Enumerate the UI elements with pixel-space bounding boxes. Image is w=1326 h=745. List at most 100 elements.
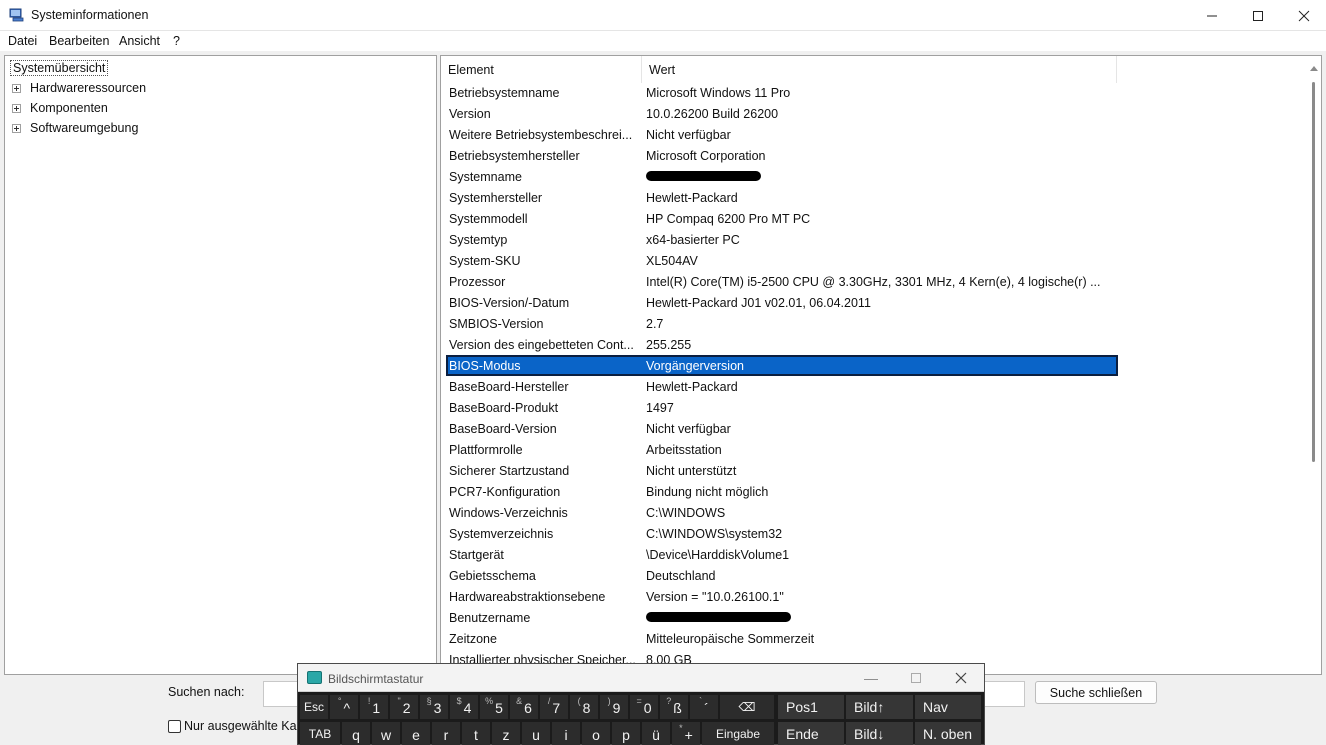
table-row[interactable]: SMBIOS-Version 2.7: [446, 313, 1118, 334]
key[interactable]: % 5: [480, 695, 508, 719]
vertical-scrollbar[interactable]: [1307, 64, 1321, 668]
key[interactable]: i: [552, 722, 580, 745]
menu-datei[interactable]: Datei: [8, 34, 37, 48]
table-row[interactable]: Systemverzeichnis C:\WINDOWS\system32: [446, 523, 1118, 544]
key[interactable]: e: [402, 722, 430, 745]
maximize-button[interactable]: [1235, 0, 1281, 31]
table-row[interactable]: BaseBoard-Produkt 1497: [446, 397, 1118, 418]
key[interactable]: ` ´: [690, 695, 718, 719]
expand-icon[interactable]: [12, 83, 21, 93]
key-backspace[interactable]: ⌫: [720, 695, 774, 719]
key[interactable]: o: [582, 722, 610, 745]
key[interactable]: " 2: [390, 695, 418, 719]
cell-element: Gebietsschema: [449, 568, 536, 583]
key-tab[interactable]: TAB: [300, 722, 340, 745]
details-list: Element Wert Betriebsystemname Microsoft …: [440, 55, 1322, 675]
table-row[interactable]: PCR7-Konfiguration Bindung nicht möglich: [446, 481, 1118, 502]
key[interactable]: ! 1: [360, 695, 388, 719]
key-nav[interactable]: Bild↑: [846, 695, 913, 719]
table-row[interactable]: Hardwareabstraktionsebene Version = "10.0…: [446, 586, 1118, 607]
osk-maximize-button[interactable]: [908, 670, 924, 686]
tree-item-komponenten[interactable]: Komponenten: [12, 99, 108, 117]
key-enter[interactable]: Eingabe: [702, 722, 774, 745]
search-input-visible-end[interactable]: [980, 681, 1025, 707]
key[interactable]: t: [462, 722, 490, 745]
table-row[interactable]: Version 10.0.26200 Build 26200: [446, 103, 1118, 124]
minimize-button[interactable]: [1189, 0, 1235, 31]
key[interactable]: q: [342, 722, 370, 745]
menu-help[interactable]: ?: [173, 34, 180, 48]
table-row[interactable]: Systemname: [446, 166, 1118, 187]
key-label: 5: [495, 700, 503, 716]
close-search-button[interactable]: Suche schließen: [1035, 681, 1157, 704]
table-row[interactable]: Systemhersteller Hewlett-Packard: [446, 187, 1118, 208]
key-label: ⌫: [738, 700, 756, 714]
menu-ansicht[interactable]: Ansicht: [119, 34, 160, 48]
table-row[interactable]: Betriebsystemname Microsoft Windows 11 Pr…: [446, 82, 1118, 103]
table-row[interactable]: Benutzername: [446, 607, 1118, 628]
key[interactable]: ü: [642, 722, 670, 745]
osk-close-button[interactable]: [953, 670, 969, 686]
key[interactable]: p: [612, 722, 640, 745]
key-nav[interactable]: Bild↓: [846, 722, 913, 745]
key[interactable]: ° ^: [330, 695, 358, 719]
cell-value: x64-basierter PC: [646, 232, 740, 247]
key-esc[interactable]: Esc: [300, 695, 328, 719]
column-header-wert[interactable]: Wert: [642, 56, 1117, 83]
table-row[interactable]: Plattformrolle Arbeitsstation: [446, 439, 1118, 460]
key-nav[interactable]: Ende: [778, 722, 844, 745]
key[interactable]: * +: [672, 722, 700, 745]
selected-category-checkbox[interactable]: [168, 719, 181, 733]
key-shift-label: ": [397, 696, 401, 706]
table-row[interactable]: BIOS-Version/-Datum Hewlett-Packard J01 v…: [446, 292, 1118, 313]
cell-element: Betriebsystemname: [449, 85, 560, 100]
cell-element: Weitere Betriebsystembeschrei...: [449, 127, 633, 142]
key[interactable]: = 0: [630, 695, 658, 719]
key-nav[interactable]: Nav: [915, 695, 981, 719]
scroll-up-icon[interactable]: [1310, 66, 1318, 71]
expand-icon[interactable]: [12, 123, 21, 133]
table-row[interactable]: Windows-Verzeichnis C:\WINDOWS: [446, 502, 1118, 523]
cell-element: SMBIOS-Version: [449, 316, 544, 331]
expand-icon[interactable]: [12, 103, 21, 113]
table-row[interactable]: Betriebsystemhersteller Microsoft Corpora…: [446, 145, 1118, 166]
table-row[interactable]: Systemtyp x64-basierter PC: [446, 229, 1118, 250]
table-row[interactable]: Zeitzone Mitteleuropäische Sommerzeit: [446, 628, 1118, 649]
key[interactable]: w: [372, 722, 400, 745]
table-row[interactable]: BaseBoard-Version Nicht verfügbar: [446, 418, 1118, 439]
key[interactable]: /7: [540, 695, 568, 719]
osk-minimize-button[interactable]: —: [863, 670, 879, 686]
table-row[interactable]: Systemmodell HP Compaq 6200 Pro MT PC: [446, 208, 1118, 229]
key[interactable]: (8: [570, 695, 598, 719]
tree-item-systemuebersicht[interactable]: Systemübersicht: [10, 60, 109, 76]
tree-item-softwareumgebung[interactable]: Softwareumgebung: [12, 119, 138, 137]
key-nav[interactable]: N. oben: [915, 722, 981, 745]
table-row[interactable]: Gebietsschema Deutschland: [446, 565, 1118, 586]
key-nav[interactable]: Pos1: [778, 695, 844, 719]
table-row[interactable]: Prozessor Intel(R) Core(TM) i5-2500 CPU @…: [446, 271, 1118, 292]
key[interactable]: & 6: [510, 695, 538, 719]
key[interactable]: z: [492, 722, 520, 745]
tree-item-hardwareressourcen[interactable]: Hardwareressourcen: [12, 79, 146, 97]
key[interactable]: ? ß: [660, 695, 688, 719]
key-label: u: [532, 727, 540, 743]
cell-value: Intel(R) Core(TM) i5-2500 CPU @ 3.30GHz,…: [646, 274, 1101, 289]
key[interactable]: $4: [450, 695, 478, 719]
table-row[interactable]: BIOS-Modus Vorgängerversion: [446, 355, 1118, 376]
key[interactable]: r: [432, 722, 460, 745]
menu-bearbeiten[interactable]: Bearbeiten: [49, 34, 109, 48]
column-header-element[interactable]: Element: [441, 56, 642, 83]
scroll-thumb[interactable]: [1312, 82, 1315, 462]
table-row[interactable]: Startgerät \Device\HarddiskVolume1: [446, 544, 1118, 565]
key-label: i: [564, 727, 568, 743]
table-row[interactable]: System-SKU XL504AV: [446, 250, 1118, 271]
table-row[interactable]: BaseBoard-Hersteller Hewlett-Packard: [446, 376, 1118, 397]
key[interactable]: u: [522, 722, 550, 745]
table-row[interactable]: Sicherer Startzustand Nicht unterstützt: [446, 460, 1118, 481]
table-row[interactable]: Version des eingebetteten Cont... 255.255: [446, 334, 1118, 355]
selected-category-option[interactable]: Nur ausgewählte Ka: [168, 719, 297, 733]
key[interactable]: ) 9: [600, 695, 628, 719]
close-button[interactable]: [1281, 0, 1326, 31]
key[interactable]: § 3: [420, 695, 448, 719]
table-row[interactable]: Weitere Betriebsystembeschrei... Nicht ve…: [446, 124, 1118, 145]
